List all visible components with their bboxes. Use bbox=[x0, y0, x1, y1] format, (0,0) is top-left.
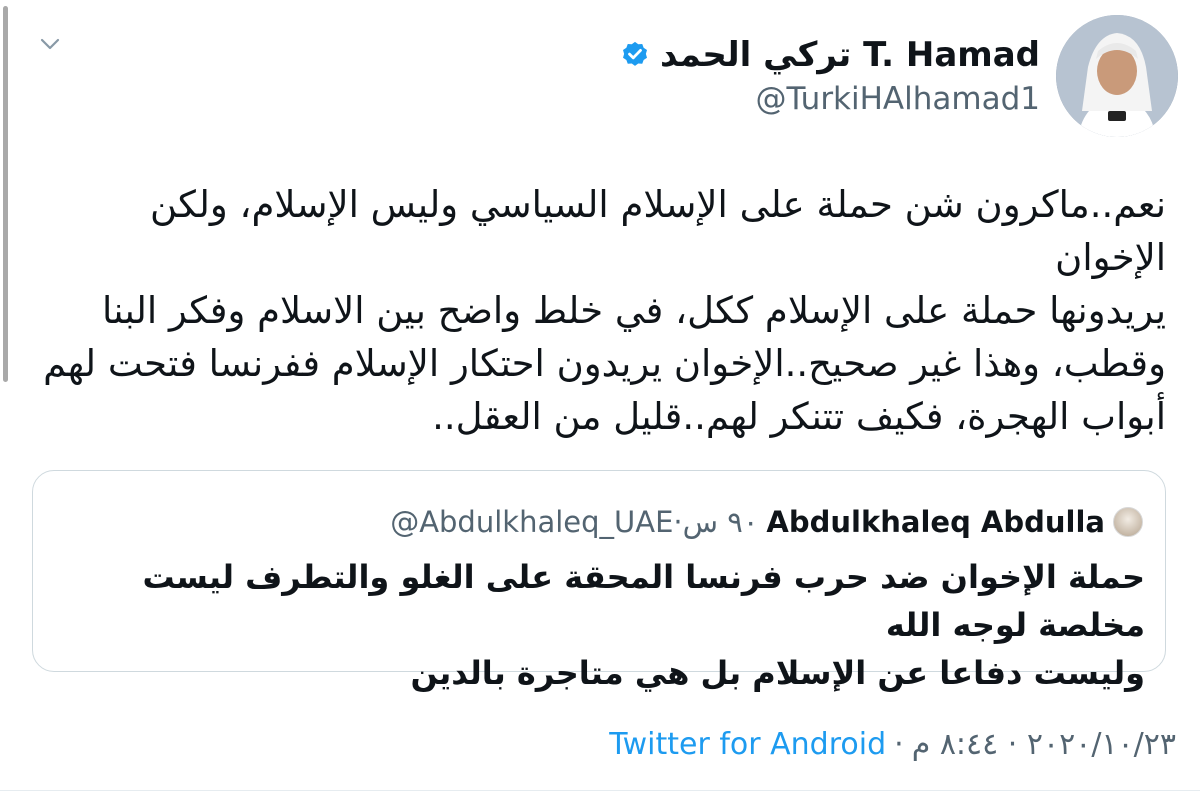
divider bbox=[0, 790, 1200, 791]
quoted-author-avatar bbox=[1113, 507, 1143, 537]
tweet-text-line: وقطب، وهذا غير صحيح..الإخوان يريدون احتك… bbox=[43, 342, 1166, 385]
quoted-tweet[interactable]: Abdulkhaleq Abdulla @Abdulkhaleq_UAE·٩٠ … bbox=[32, 470, 1166, 692]
meta-separator: · bbox=[894, 726, 904, 762]
author-display-name[interactable]: تركي الحمد T. Hamad bbox=[660, 35, 1040, 75]
author-handle[interactable]: @TurkiHAlhamad1 bbox=[755, 81, 1040, 117]
tweet-text-line: أبواب الهجرة، فكيف تتنكر لهم..قليل من ال… bbox=[432, 395, 1166, 438]
quoted-author-name: Abdulkhaleq Abdulla bbox=[766, 505, 1105, 539]
quoted-author-handle-time: @Abdulkhaleq_UAE·٩٠ س bbox=[390, 505, 759, 539]
tweet-text-line: نعم..ماكرون شن حملة على الإسلام السياسي … bbox=[150, 183, 1166, 279]
verified-badge-icon bbox=[622, 41, 647, 66]
scrollbar[interactable] bbox=[3, 6, 8, 382]
tweet-text: نعم..ماكرون شن حملة على الإسلام السياسي … bbox=[40, 178, 1166, 443]
quoted-text-line: حملة الإخوان ضد حرب فرنسا المحقة على الغ… bbox=[142, 558, 1145, 644]
tweet-timestamp[interactable]: ٢٠٢٠/١٠/٢٣ · ٨:٤٤ م bbox=[912, 727, 1176, 762]
name-row: تركي الحمد T. Hamad bbox=[620, 35, 1040, 75]
quoted-tweet-header: Abdulkhaleq Abdulla @Abdulkhaleq_UAE·٩٠ … bbox=[390, 505, 1143, 539]
quoted-tweet-text: حملة الإخوان ضد حرب فرنسا المحقة على الغ… bbox=[53, 553, 1145, 697]
author-avatar[interactable] bbox=[1056, 15, 1178, 137]
tweet-source-link[interactable]: Twitter for Android bbox=[609, 727, 886, 762]
quoted-text-line: وليست دفاعا عن الإسلام بل هي متاجرة بالد… bbox=[410, 654, 1145, 692]
tweet-text-line: يريدونها حملة على الإسلام ككل، في خلط وا… bbox=[102, 289, 1166, 332]
chevron-down-icon[interactable] bbox=[38, 34, 62, 54]
profile-photo-icon bbox=[1056, 15, 1178, 137]
tweet-header: تركي الحمد T. Hamad @TurkiHAlhamad1 bbox=[620, 14, 1178, 138]
tweet-meta: ٢٠٢٠/١٠/٢٣ · ٨:٤٤ م · Twitter for Androi… bbox=[609, 724, 1176, 764]
author-names: تركي الحمد T. Hamad @TurkiHAlhamad1 bbox=[620, 35, 1040, 117]
